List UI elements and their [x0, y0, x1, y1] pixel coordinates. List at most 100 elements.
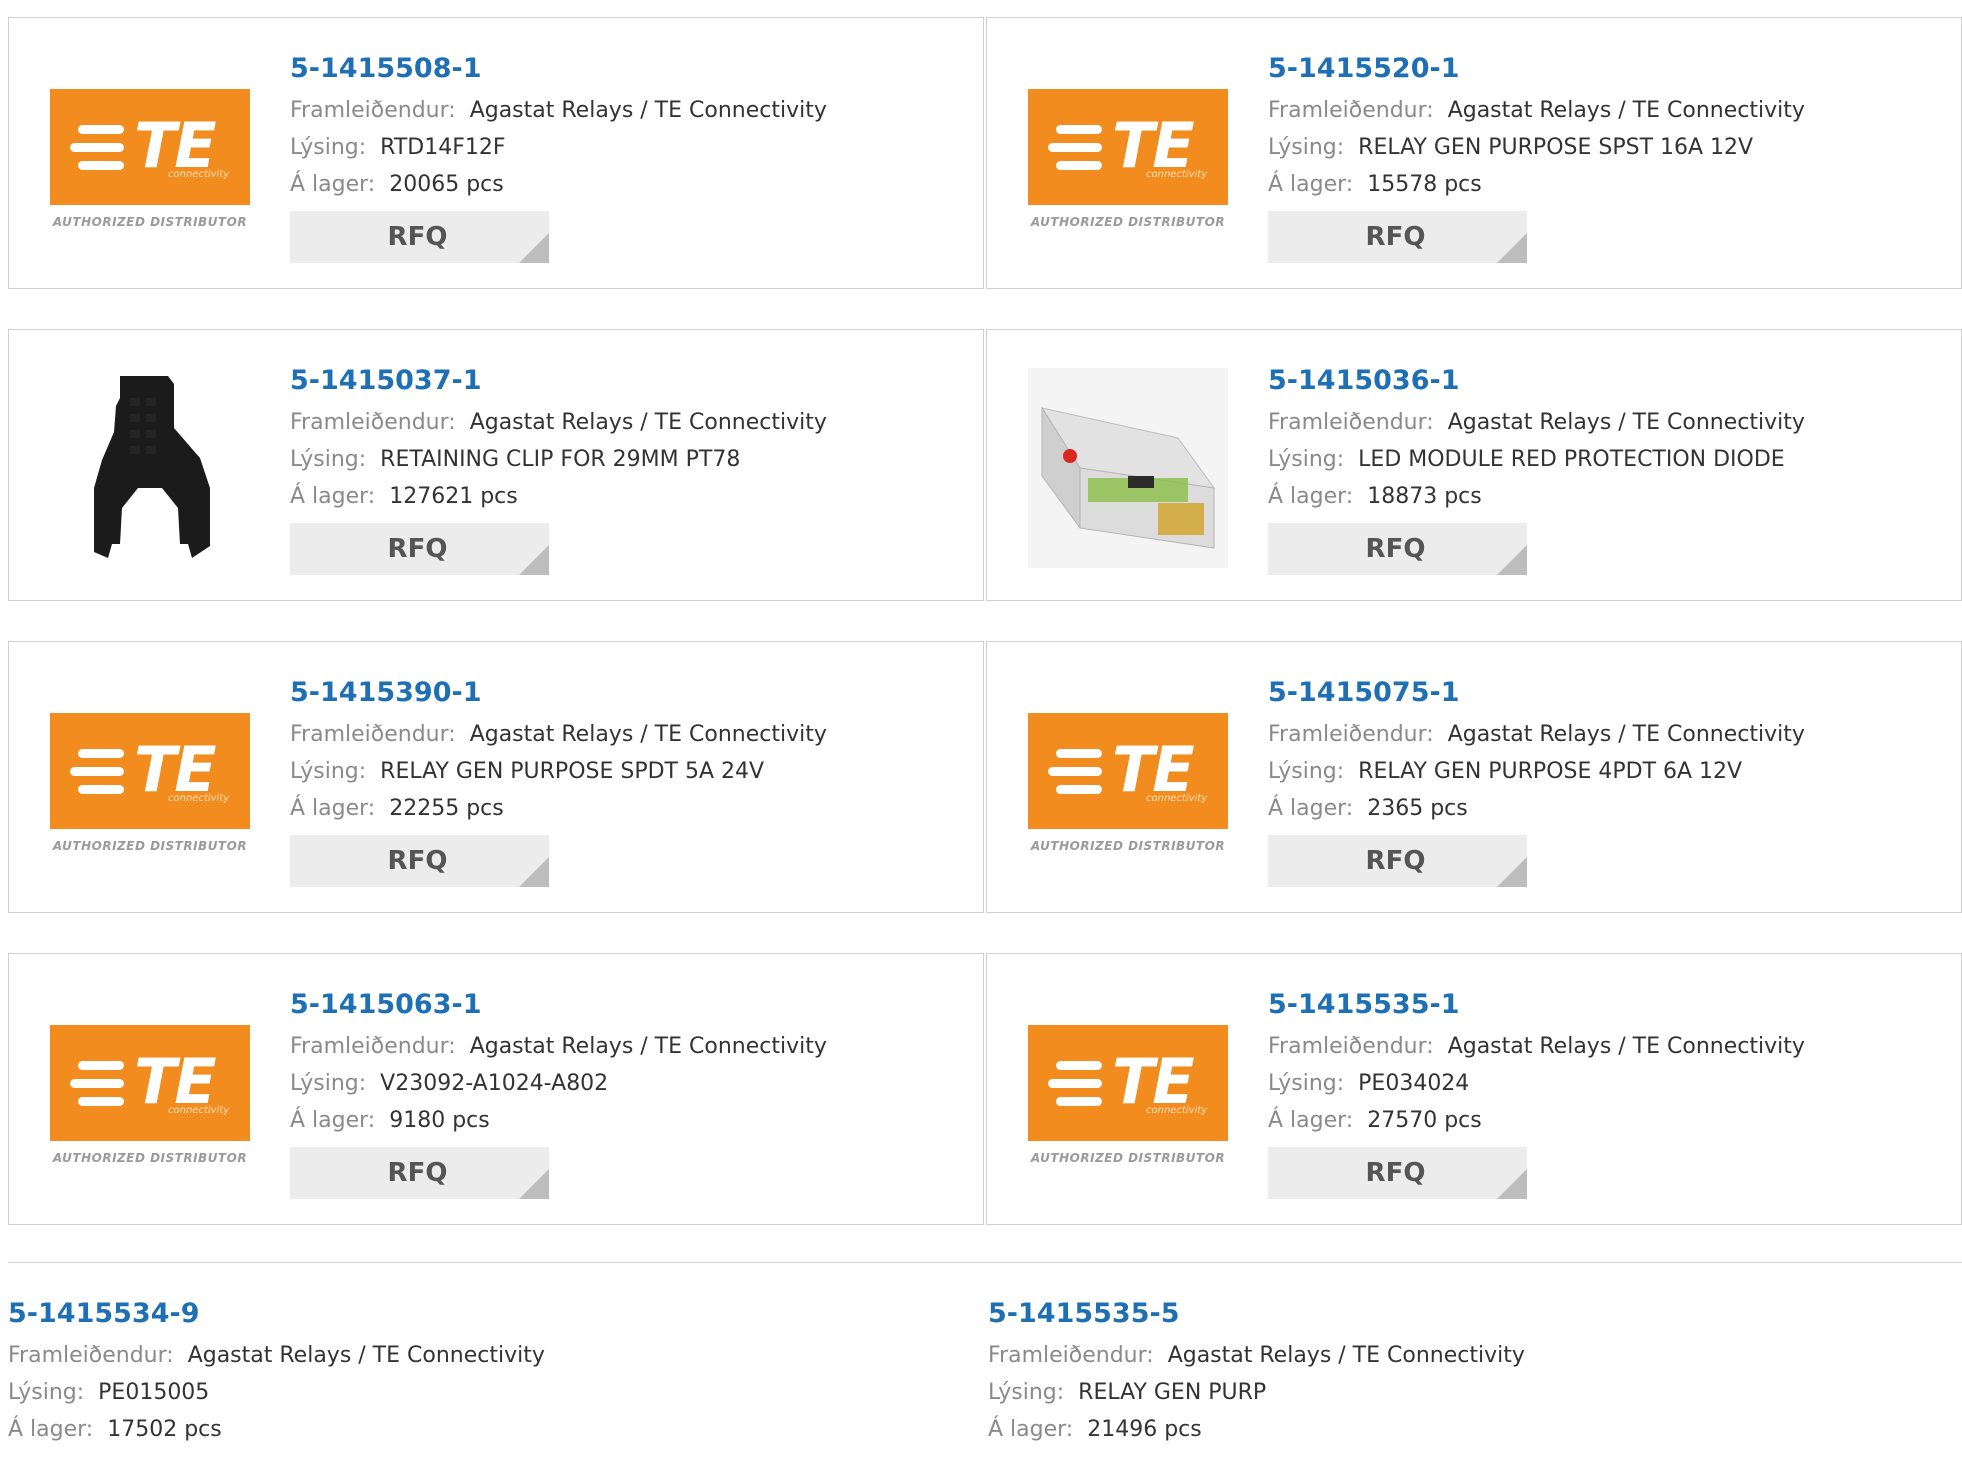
part-number-link[interactable]: 5-1415535-1 [1268, 982, 1805, 1028]
part-number-link[interactable]: 5-1415063-1 [290, 982, 827, 1028]
description-label: Lýsing: [1268, 1071, 1345, 1096]
manufacturer-label: Framleiðendur: [290, 1034, 456, 1059]
description-label: Lýsing: [290, 135, 367, 160]
description-value: RETAINING CLIP FOR 29MM PT78 [380, 447, 741, 472]
description-value: RELAY GEN PURPOSE SPST 16A 12V [1358, 135, 1754, 160]
stock-label: Á lager: [1268, 484, 1354, 509]
part-number-link[interactable]: 5-1415075-1 [1268, 670, 1805, 716]
manufacturer-label: Framleiðendur: [290, 722, 456, 747]
product-info: 5-1415036-1 Framleiðendur: Agastat Relays … [1268, 358, 1805, 575]
rfq-button[interactable]: RFQ [290, 835, 549, 887]
manufacturer-value: Agastat Relays / TE Connectivity [1447, 722, 1805, 747]
product-card: TE connectivity AUTHORIZED DISTRIBUTOR 5-14… [8, 17, 984, 289]
manufacturer-label: Framleiðendur: [988, 1343, 1154, 1368]
product-thumbnail[interactable]: TE connectivity AUTHORIZED DISTRIBUTOR [50, 713, 250, 913]
rfq-button[interactable]: RFQ [290, 523, 549, 575]
part-number-link[interactable]: 5-1415520-1 [1268, 46, 1805, 92]
led-module-image [1028, 368, 1228, 568]
product-info: 5-1415520-1 Framleiðendur: Agastat Relays … [1268, 46, 1805, 263]
product-info: 5-1415075-1 Framleiðendur: Agastat Relays … [1268, 670, 1805, 887]
corner-triangle-icon [1497, 233, 1527, 263]
manufacturer-value: Agastat Relays / TE Connectivity [469, 722, 827, 747]
rfq-label: RFQ [387, 846, 448, 876]
stock-label: Á lager: [8, 1417, 94, 1442]
stock-value: 20065 pcs [389, 172, 504, 197]
manufacturer-value: Agastat Relays / TE Connectivity [1447, 1034, 1805, 1059]
stock-label: Á lager: [290, 796, 376, 821]
rfq-label: RFQ [387, 1158, 448, 1188]
manufacturer-label: Framleiðendur: [290, 410, 456, 435]
manufacturer-label: Framleiðendur: [1268, 722, 1434, 747]
rfq-label: RFQ [1365, 222, 1426, 252]
manufacturer-label: Framleiðendur: [1268, 410, 1434, 435]
product-thumbnail[interactable]: TE connectivity AUTHORIZED DISTRIBUTOR [1028, 713, 1228, 913]
rfq-button[interactable]: RFQ [1268, 523, 1527, 575]
rfq-button[interactable]: RFQ [1268, 211, 1527, 263]
manufacturer-value: Agastat Relays / TE Connectivity [469, 410, 827, 435]
stock-label: Á lager: [1268, 796, 1354, 821]
manufacturer-value: Agastat Relays / TE Connectivity [1167, 1343, 1525, 1368]
product-card: TE connectivity AUTHORIZED DISTRIBUTOR 5-14… [986, 17, 1962, 289]
corner-triangle-icon [1497, 857, 1527, 887]
te-connectivity-logo: TE connectivity AUTHORIZED DISTRIBUTOR [50, 1025, 250, 1175]
part-number-link[interactable]: 5-1415534-9 [8, 1291, 545, 1337]
product-info: 5-1415535-5 Framleiðendur: Agastat Relays… [988, 1291, 1525, 1448]
rfq-button[interactable]: RFQ [1268, 1147, 1527, 1199]
description-label: Lýsing: [988, 1380, 1065, 1405]
stock-value: 18873 pcs [1367, 484, 1482, 509]
product-info: 5-1415063-1 Framleiðendur: Agastat Relays … [290, 982, 827, 1199]
product-thumbnail[interactable]: TE connectivity AUTHORIZED DISTRIBUTOR [1028, 89, 1228, 289]
description-value: PE034024 [1358, 1071, 1470, 1096]
product-card: TE connectivity AUTHORIZED DISTRIBUTOR 5-14… [986, 953, 1962, 1225]
product-row: TE connectivity AUTHORIZED DISTRIBUTOR 5-14… [8, 641, 1962, 915]
part-number-link[interactable]: 5-1415535-5 [988, 1291, 1525, 1337]
stock-label: Á lager: [988, 1417, 1074, 1442]
description-label: Lýsing: [8, 1380, 85, 1405]
product-thumbnail[interactable] [1028, 368, 1228, 568]
rfq-button[interactable]: RFQ [1268, 835, 1527, 887]
stock-value: 21496 pcs [1087, 1417, 1202, 1442]
manufacturer-label: Framleiðendur: [1268, 98, 1434, 123]
rfq-button[interactable]: RFQ [290, 211, 549, 263]
stock-value: 27570 pcs [1367, 1108, 1482, 1133]
stock-label: Á lager: [1268, 172, 1354, 197]
description-value: RELAY GEN PURPOSE SPDT 5A 24V [380, 759, 765, 784]
stock-value: 22255 pcs [389, 796, 504, 821]
product-card: 5-1415036-1 Framleiðendur: Agastat Relays … [986, 329, 1962, 601]
rfq-label: RFQ [1365, 534, 1426, 564]
product-card: TE connectivity AUTHORIZED DISTRIBUTOR 5-14… [8, 641, 984, 913]
product-thumbnail[interactable] [50, 368, 250, 568]
te-connectivity-logo: TE connectivity AUTHORIZED DISTRIBUTOR [1028, 713, 1228, 863]
part-number-link[interactable]: 5-1415508-1 [290, 46, 827, 92]
stock-value: 127621 pcs [389, 484, 518, 509]
corner-triangle-icon [519, 857, 549, 887]
product-thumbnail[interactable]: TE connectivity AUTHORIZED DISTRIBUTOR [1028, 1025, 1228, 1225]
description-value: RELAY GEN PURP [1078, 1380, 1267, 1405]
rfq-label: RFQ [387, 534, 448, 564]
corner-triangle-icon [519, 545, 549, 575]
part-number-link[interactable]: 5-1415037-1 [290, 358, 827, 404]
product-info: 5-1415534-9 Framleiðendur: Agastat Relays… [8, 1291, 545, 1448]
partial-product-row: 5-1415534-9 Framleiðendur: Agastat Relays… [8, 1262, 1962, 1463]
product-info: 5-1415037-1 Framleiðendur: Agastat Relays … [290, 358, 827, 575]
product-row: TE connectivity AUTHORIZED DISTRIBUTOR 5-14… [8, 17, 1962, 291]
retaining-clip-image [50, 368, 250, 568]
part-number-link[interactable]: 5-1415036-1 [1268, 358, 1805, 404]
manufacturer-value: Agastat Relays / TE Connectivity [1447, 410, 1805, 435]
corner-triangle-icon [1497, 1169, 1527, 1199]
product-info: 5-1415390-1 Framleiðendur: Agastat Relays … [290, 670, 827, 887]
manufacturer-label: Framleiðendur: [8, 1343, 174, 1368]
corner-triangle-icon [1497, 545, 1527, 575]
rfq-button[interactable]: RFQ [290, 1147, 549, 1199]
product-card: TE connectivity AUTHORIZED DISTRIBUTOR 5-14… [986, 641, 1962, 913]
rfq-label: RFQ [387, 222, 448, 252]
product-thumbnail[interactable]: TE connectivity AUTHORIZED DISTRIBUTOR [50, 89, 250, 289]
product-thumbnail[interactable]: TE connectivity AUTHORIZED DISTRIBUTOR [50, 1025, 250, 1225]
description-value: PE015005 [98, 1380, 210, 1405]
manufacturer-label: Framleiðendur: [1268, 1034, 1434, 1059]
product-info: 5-1415535-1 Framleiðendur: Agastat Relays … [1268, 982, 1805, 1199]
stock-label: Á lager: [1268, 1108, 1354, 1133]
stock-value: 17502 pcs [107, 1417, 222, 1442]
rfq-label: RFQ [1365, 1158, 1426, 1188]
part-number-link[interactable]: 5-1415390-1 [290, 670, 827, 716]
